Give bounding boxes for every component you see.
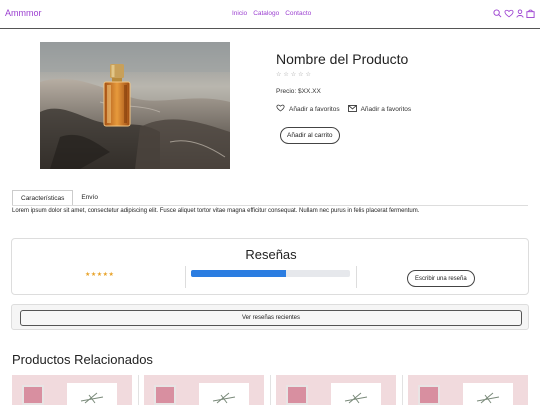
product-thumbnail bbox=[286, 385, 308, 405]
product-thumbnail bbox=[22, 385, 44, 405]
product-thumbnail bbox=[418, 385, 440, 405]
product-tabs: Características Envío bbox=[12, 190, 106, 205]
recent-reviews-section: Ver reseñas recientes bbox=[11, 304, 529, 330]
reviews-title: Reseñas bbox=[245, 247, 297, 262]
heart-icon bbox=[276, 104, 285, 114]
add-to-favorites-link-2[interactable]: Añadir a favoritos bbox=[347, 104, 412, 114]
rating-progress-fill bbox=[191, 270, 287, 277]
related-product-card[interactable] bbox=[276, 375, 396, 405]
favorite-row: Añadir a favoritos Añadir a favoritos bbox=[276, 104, 411, 114]
envelope-icon bbox=[347, 104, 357, 114]
tab-envio[interactable]: Envío bbox=[73, 190, 106, 205]
add-to-cart-button[interactable]: Añadir al carrito bbox=[280, 127, 340, 144]
empty-star-icons: ☆☆☆☆☆ bbox=[276, 72, 313, 78]
product-rating: ☆☆☆☆☆ bbox=[276, 71, 313, 78]
add-to-favorites-label-2: Añadir a favoritos bbox=[360, 105, 412, 113]
related-product-card[interactable] bbox=[408, 375, 528, 405]
brand-logo[interactable]: Ammmor bbox=[5, 8, 42, 18]
reviews-card: Reseñas ★★★★★ Escribir una reseña bbox=[11, 238, 529, 295]
tab-caracteristicas[interactable]: Características bbox=[12, 190, 74, 205]
write-review-button[interactable]: Escribir una reseña bbox=[407, 270, 475, 287]
product-thumbnail-frame bbox=[199, 383, 249, 405]
top-navbar: Ammmor Inicio Catalogo Contacto bbox=[0, 0, 540, 29]
search-icon[interactable] bbox=[493, 9, 502, 18]
product-thumbnail-frame bbox=[67, 383, 117, 405]
main-nav: Inicio Catalogo Contacto bbox=[232, 10, 311, 17]
review-stars-icon: ★★★★★ bbox=[85, 272, 115, 278]
nav-link-inicio[interactable]: Inicio bbox=[232, 10, 247, 17]
product-price: Precio: $XX.XX bbox=[276, 88, 321, 95]
rating-progress-bar bbox=[191, 270, 350, 277]
product-thumbnail-frame bbox=[463, 383, 513, 405]
related-products-row bbox=[12, 375, 528, 405]
related-products-title: Productos Relacionados bbox=[12, 352, 153, 367]
product-thumbnail bbox=[154, 385, 176, 405]
user-icon[interactable] bbox=[516, 9, 524, 18]
add-to-favorites-label: Añadir a favoritos bbox=[289, 105, 340, 113]
nav-link-contacto[interactable]: Contacto bbox=[285, 10, 311, 17]
product-image[interactable] bbox=[40, 42, 230, 169]
card-divider bbox=[402, 375, 403, 405]
header-icons bbox=[493, 9, 535, 18]
view-recent-reviews-button[interactable]: Ver reseñas recientes bbox=[20, 310, 522, 326]
related-product-card[interactable] bbox=[144, 375, 264, 405]
reviews-divider-1 bbox=[185, 266, 186, 288]
product-thumbnail-frame bbox=[331, 383, 381, 405]
heart-icon[interactable] bbox=[504, 9, 514, 18]
related-product-card[interactable] bbox=[12, 375, 132, 405]
product-title: Nombre del Producto bbox=[276, 51, 409, 67]
add-to-favorites-link[interactable]: Añadir a favoritos bbox=[276, 104, 340, 114]
card-divider bbox=[138, 375, 139, 405]
nav-link-catalogo[interactable]: Catalogo bbox=[253, 10, 279, 17]
tabs-divider bbox=[12, 205, 528, 206]
bag-icon[interactable] bbox=[526, 9, 535, 18]
reviews-divider-2 bbox=[356, 266, 357, 288]
card-divider bbox=[270, 375, 271, 405]
tab-content: Lorem ipsum dolor sit amet, consectetur … bbox=[12, 208, 420, 214]
